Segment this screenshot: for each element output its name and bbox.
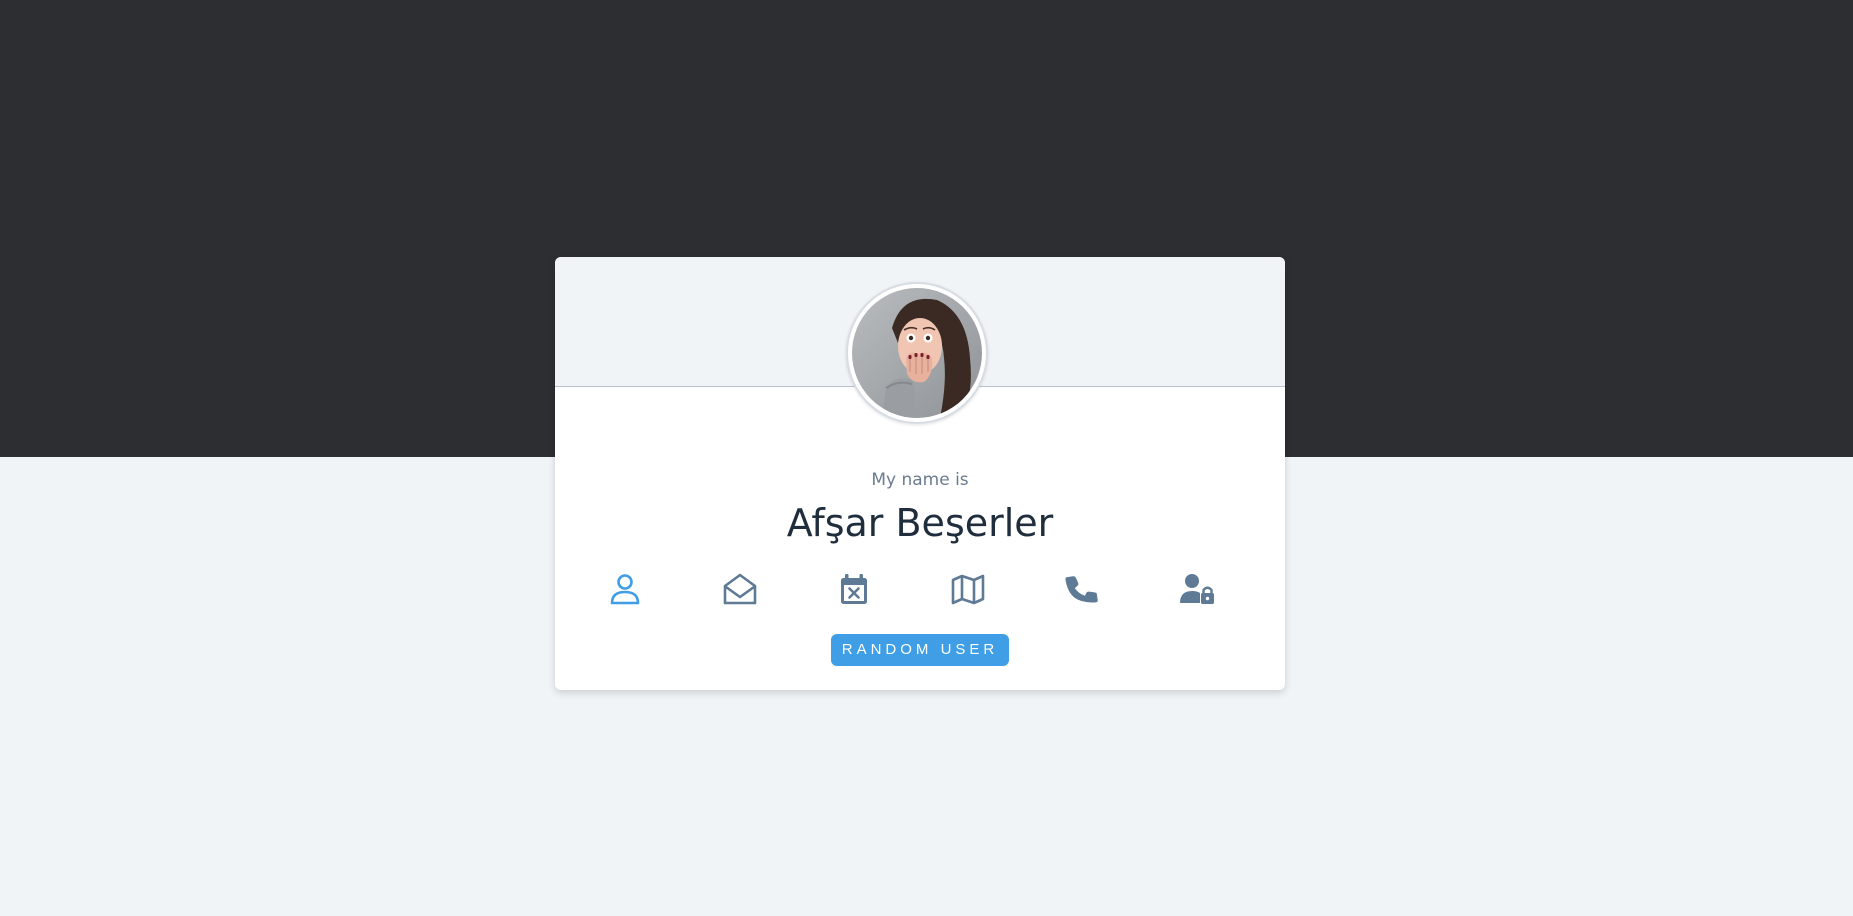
avatar-photo bbox=[852, 288, 982, 418]
user-icon[interactable] bbox=[605, 569, 645, 609]
user-card: My name is Afşar Beşerler RANDOM USER bbox=[555, 257, 1285, 690]
random-user-button[interactable]: RANDOM USER bbox=[831, 634, 1009, 666]
info-icon-bar bbox=[605, 569, 1235, 609]
map-icon[interactable] bbox=[948, 569, 988, 609]
avatar bbox=[846, 282, 988, 424]
user-info-label: My name is bbox=[871, 470, 969, 490]
phone-icon[interactable] bbox=[1063, 569, 1103, 609]
user-info-value: Afşar Beşerler bbox=[786, 501, 1054, 545]
envelope-open-icon[interactable] bbox=[720, 569, 760, 609]
user-lock-icon[interactable] bbox=[1177, 569, 1217, 609]
calendar-x-icon[interactable] bbox=[834, 569, 874, 609]
